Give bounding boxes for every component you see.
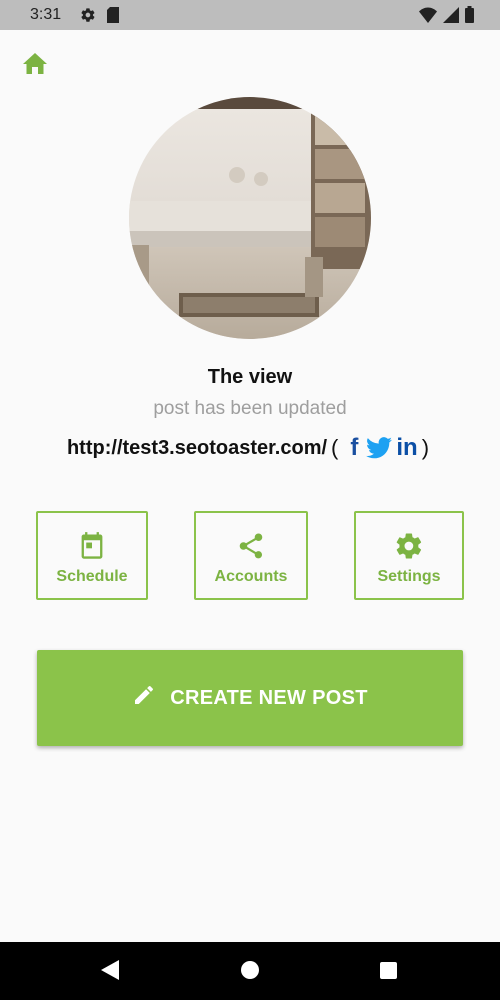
home-icon[interactable]: [22, 52, 48, 76]
schedule-button[interactable]: Schedule: [36, 511, 148, 600]
linkedin-icon[interactable]: in: [396, 434, 417, 462]
wifi-icon: [419, 7, 437, 28]
settings-button[interactable]: Settings: [354, 511, 464, 600]
accounts-label: Accounts: [214, 568, 288, 585]
gear-icon: [394, 531, 424, 566]
pencil-icon: [132, 683, 156, 713]
recents-icon[interactable]: [380, 962, 397, 979]
back-icon[interactable]: [101, 960, 119, 985]
nav-bar: [0, 942, 500, 1000]
paren-open: (: [331, 435, 339, 460]
gear-icon: [80, 7, 96, 28]
paren-close: ): [421, 435, 430, 460]
settings-label: Settings: [377, 568, 441, 585]
share-icon: [236, 531, 266, 566]
accounts-button[interactable]: Accounts: [194, 511, 308, 600]
post-url[interactable]: http://test3.seotoaster.com/: [67, 437, 327, 460]
battery-icon: [465, 6, 474, 28]
home-circle-icon[interactable]: [241, 961, 259, 979]
sd-card-icon: [107, 7, 119, 28]
create-new-post-button[interactable]: CREATE NEW POST: [37, 650, 463, 746]
calendar-icon: [78, 531, 106, 566]
post-status: post has been updated: [153, 398, 347, 419]
post-title: The view: [207, 366, 293, 388]
status-bar: 3:31: [0, 0, 500, 30]
post-url-row: http://test3.seotoaster.com/ ( f in ): [0, 434, 500, 462]
facebook-icon[interactable]: f: [350, 434, 358, 462]
status-icons: [419, 6, 474, 28]
signal-icon: [443, 6, 459, 28]
schedule-label: Schedule: [56, 568, 128, 585]
post-image: [129, 97, 371, 339]
status-time: 3:31: [30, 6, 62, 23]
create-new-post-label: CREATE NEW POST: [170, 686, 368, 709]
twitter-icon[interactable]: [366, 437, 393, 459]
